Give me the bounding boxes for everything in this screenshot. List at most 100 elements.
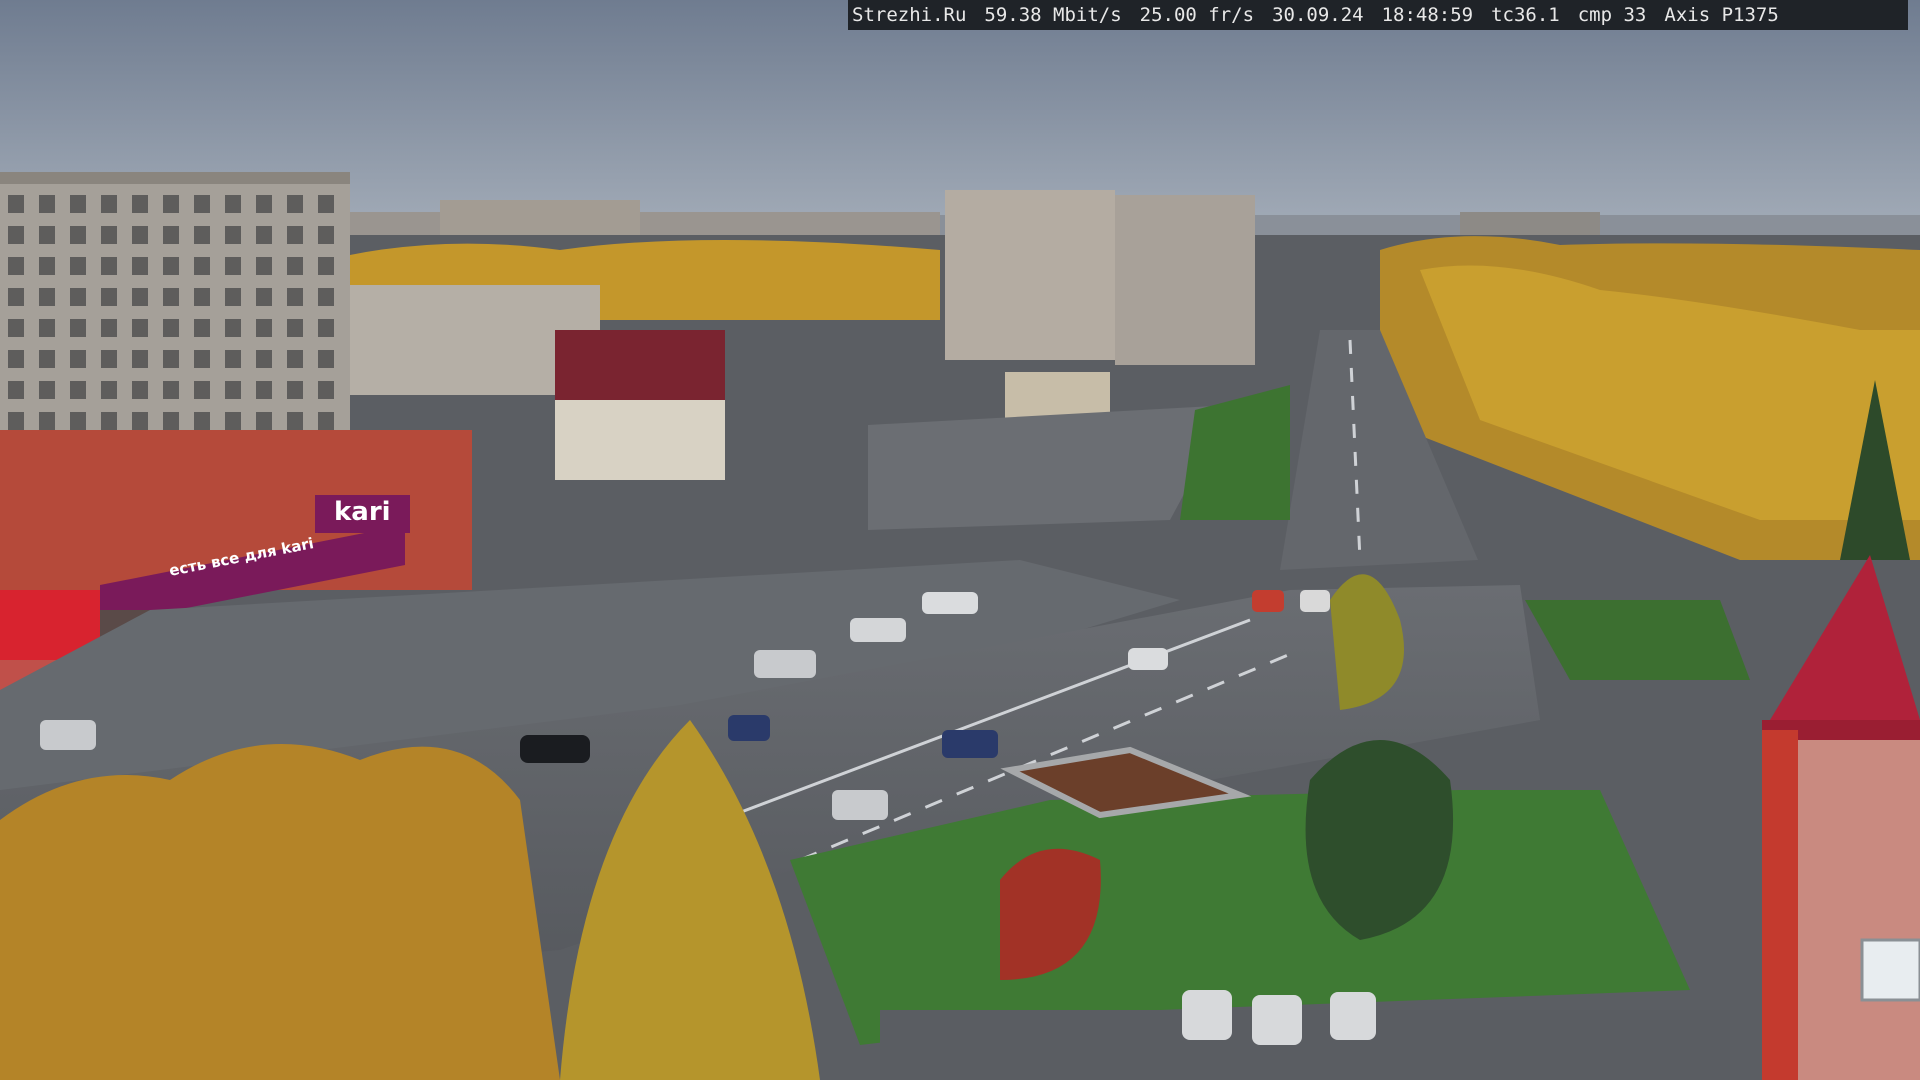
window: [101, 412, 117, 430]
framerate: 25.00 fr/s: [1139, 4, 1255, 26]
window: [8, 195, 24, 213]
window: [163, 412, 179, 430]
window: [163, 319, 179, 337]
window: [8, 381, 24, 399]
window: [101, 381, 117, 399]
date: 30.09.24: [1272, 4, 1364, 26]
window: [8, 350, 24, 368]
window: [287, 288, 303, 306]
window: [225, 226, 241, 244]
window: [287, 381, 303, 399]
window: [318, 381, 334, 399]
window: [287, 350, 303, 368]
window: [194, 195, 210, 213]
window: [163, 226, 179, 244]
window: [256, 319, 272, 337]
window: [256, 288, 272, 306]
window: [70, 381, 86, 399]
window: [70, 412, 86, 430]
red-roof-building: [555, 330, 725, 405]
window: [225, 195, 241, 213]
window: [318, 195, 334, 213]
window: [318, 319, 334, 337]
window: [101, 257, 117, 275]
window: [39, 381, 55, 399]
window: [194, 350, 210, 368]
window: [39, 350, 55, 368]
tower-building: [945, 190, 1115, 360]
window: [132, 288, 148, 306]
window: [132, 381, 148, 399]
window: [70, 257, 86, 275]
window: [70, 288, 86, 306]
window: [132, 412, 148, 430]
bitrate: 59.38 Mbit/s: [984, 4, 1122, 26]
window: [101, 350, 117, 368]
window: [194, 412, 210, 430]
window: [194, 257, 210, 275]
window: [256, 412, 272, 430]
window: [318, 226, 334, 244]
window: [8, 257, 24, 275]
window: [163, 381, 179, 399]
parking-area: [880, 1010, 1730, 1080]
window: [287, 257, 303, 275]
window: [39, 257, 55, 275]
window: [225, 412, 241, 430]
window: [8, 226, 24, 244]
window: [194, 226, 210, 244]
window: [132, 319, 148, 337]
window: [256, 226, 272, 244]
window: [318, 257, 334, 275]
window: [39, 226, 55, 244]
parked-cars: [1182, 990, 1376, 1045]
window: [287, 195, 303, 213]
window: [225, 257, 241, 275]
cmp-value: cmp 33: [1577, 4, 1647, 26]
window: [287, 412, 303, 430]
camera-frame: kari есть все для kari Strezhi.Ru 59.38 M…: [0, 0, 1920, 1080]
window: [39, 288, 55, 306]
window: [39, 195, 55, 213]
time: 18:48:59: [1381, 4, 1474, 26]
window: [70, 319, 86, 337]
window: [256, 257, 272, 275]
window: [287, 226, 303, 244]
window: [39, 412, 55, 430]
window: [101, 195, 117, 213]
window: [194, 288, 210, 306]
camera-model: Axis P1375: [1664, 4, 1779, 26]
window: [39, 319, 55, 337]
window: [163, 350, 179, 368]
window: [163, 195, 179, 213]
window: [70, 195, 86, 213]
window: [132, 226, 148, 244]
window: [132, 350, 148, 368]
window: [318, 412, 334, 430]
window: [163, 288, 179, 306]
window: [8, 412, 24, 430]
window: [101, 319, 117, 337]
window: [225, 288, 241, 306]
window: [101, 226, 117, 244]
window: [318, 350, 334, 368]
window: [318, 288, 334, 306]
window: [132, 257, 148, 275]
window: [8, 319, 24, 337]
window: [194, 319, 210, 337]
window: [287, 319, 303, 337]
tc-value: tc36.1: [1491, 4, 1560, 26]
window: [256, 381, 272, 399]
window: [225, 381, 241, 399]
window: [132, 195, 148, 213]
window: [256, 195, 272, 213]
window: [70, 226, 86, 244]
window: [8, 288, 24, 306]
window: [163, 257, 179, 275]
window: [194, 381, 210, 399]
window: [70, 350, 86, 368]
store-logo: kari: [334, 497, 391, 527]
window: [101, 288, 117, 306]
window: [225, 350, 241, 368]
camera-overlay: Strezhi.Ru 59.38 Mbit/s 25.00 fr/s 30.09.24…: [848, 0, 1908, 30]
